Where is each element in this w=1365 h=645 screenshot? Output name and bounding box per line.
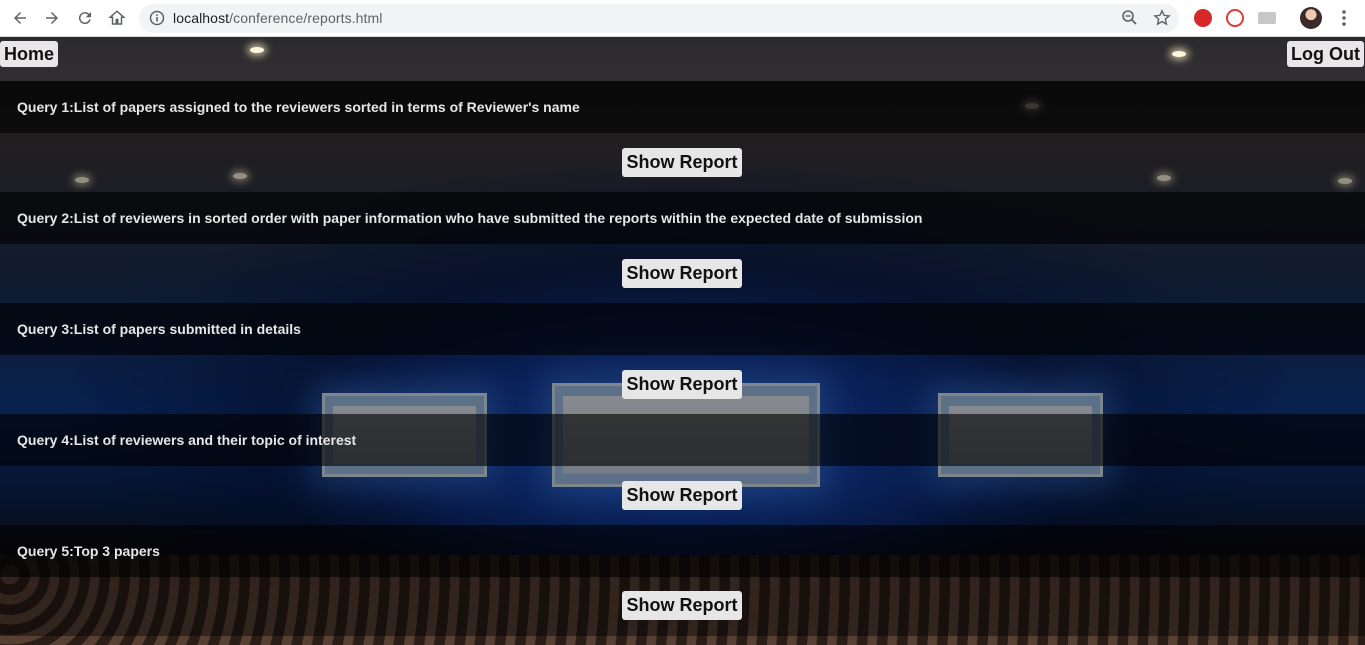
home-icon[interactable] xyxy=(105,6,129,30)
query-label: Query 5:Top 3 papers xyxy=(17,543,160,559)
address-bar[interactable]: localhost/conference/reports.html xyxy=(139,4,1179,33)
logout-button[interactable]: Log Out xyxy=(1287,41,1364,67)
query-row: Query 2:List of reviewers in sorted orde… xyxy=(0,192,1365,244)
extension-icon[interactable] xyxy=(1258,12,1276,24)
zoom-out-icon[interactable] xyxy=(1121,9,1139,27)
reload-icon[interactable] xyxy=(73,6,97,30)
query-row: Query 3:List of papers submitted in deta… xyxy=(0,303,1365,355)
show-report-button-2[interactable]: Show Report xyxy=(622,259,742,288)
kebab-menu-icon[interactable] xyxy=(1335,8,1353,28)
ceiling-light xyxy=(1172,51,1186,57)
query-label: Query 4:List of reviewers and their topi… xyxy=(17,432,357,448)
info-icon[interactable] xyxy=(149,10,165,26)
forward-arrow-icon[interactable] xyxy=(40,6,64,30)
show-report-button-3[interactable]: Show Report xyxy=(622,370,742,399)
page-body: Home Log Out Query 1:List of papers assi… xyxy=(0,37,1365,645)
profile-avatar[interactable] xyxy=(1300,7,1322,29)
url-text: localhost/conference/reports.html xyxy=(173,10,383,26)
show-report-button-4[interactable]: Show Report xyxy=(622,481,742,510)
query-row: Query 1:List of papers assigned to the r… xyxy=(0,81,1365,133)
star-icon[interactable] xyxy=(1153,9,1171,27)
back-arrow-icon[interactable] xyxy=(8,6,32,30)
home-button[interactable]: Home xyxy=(0,41,59,67)
query-label: Query 1:List of papers assigned to the r… xyxy=(17,99,580,115)
ceiling-light xyxy=(250,47,264,53)
pdf-extension-icon[interactable] xyxy=(1194,9,1212,27)
query-row: Query 4:List of reviewers and their topi… xyxy=(0,414,1365,466)
query-label: Query 2:List of reviewers in sorted orde… xyxy=(17,210,923,226)
query-row: Query 5:Top 3 papers xyxy=(0,525,1365,577)
grammar-extension-icon[interactable] xyxy=(1226,9,1244,27)
show-report-button-5[interactable]: Show Report xyxy=(622,591,742,620)
query-label: Query 3:List of papers submitted in deta… xyxy=(17,321,301,337)
browser-toolbar: localhost/conference/reports.html xyxy=(0,0,1365,37)
show-report-button-1[interactable]: Show Report xyxy=(622,148,742,177)
